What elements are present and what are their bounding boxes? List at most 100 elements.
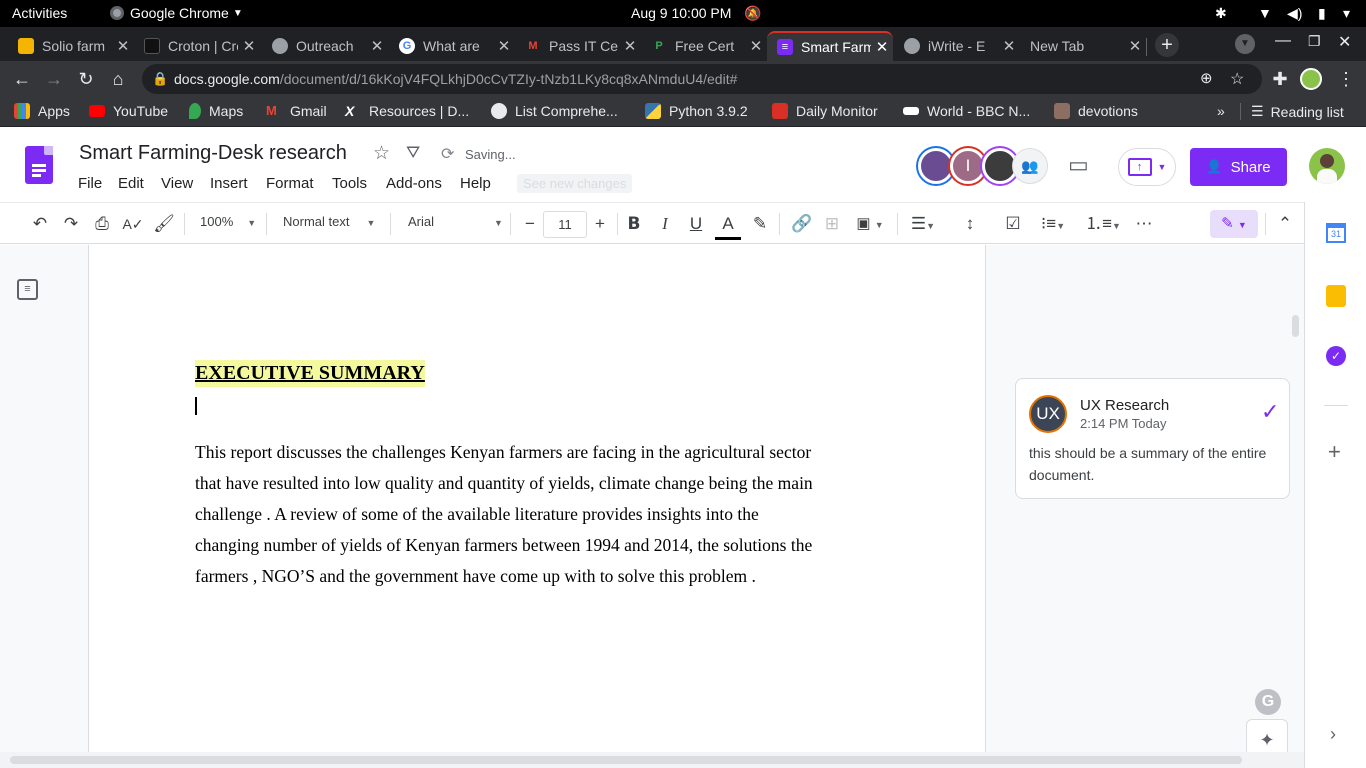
menu-help[interactable]: Help — [460, 175, 491, 192]
bookmark-list-comprehension[interactable]: List Comprehe... — [491, 103, 618, 119]
highlight-color-icon[interactable]: ✎ — [748, 212, 772, 236]
bookmark-python[interactable]: Python 3.9.2 — [645, 103, 748, 119]
tab-iwrite[interactable]: iWrite - E ✕ — [894, 31, 1020, 61]
document-title[interactable]: Smart Farming-Desk research — [79, 142, 347, 165]
paragraph-style-select[interactable]: Normal text ▼ — [283, 214, 375, 229]
more-options-icon[interactable]: ⋯ — [1132, 212, 1156, 236]
print-icon[interactable]: ⎙ — [90, 212, 114, 236]
bookmark-apps[interactable]: Apps — [14, 103, 70, 119]
font-select[interactable]: Arial ▼ — [408, 214, 503, 229]
bookmark-youtube[interactable]: YouTube — [89, 103, 168, 119]
forward-arrow-icon[interactable]: → — [42, 67, 66, 91]
close-icon[interactable]: ✕ — [871, 38, 893, 56]
reading-list-button[interactable]: ☰ Reading list — [1240, 103, 1344, 120]
tab-search-icon[interactable]: ▼ — [1235, 34, 1255, 54]
minimize-icon[interactable]: — — [1275, 32, 1291, 50]
close-icon[interactable]: ✕ — [745, 37, 767, 55]
add-comment-icon[interactable]: ⊞ — [820, 212, 844, 236]
reload-icon[interactable]: ↻ — [74, 67, 98, 91]
italic-icon[interactable]: I — [653, 212, 677, 236]
bookmark-bbc-world[interactable]: World - BBC N... — [903, 103, 1030, 119]
decrease-font-size-icon[interactable]: − — [518, 212, 542, 236]
scroll-thumb[interactable] — [10, 756, 1242, 764]
chevron-right-icon[interactable]: › — [1330, 724, 1336, 745]
close-icon[interactable]: ✕ — [619, 37, 641, 55]
move-to-drive-icon[interactable]: ⛛ — [406, 143, 420, 163]
menu-edit[interactable]: Edit — [118, 175, 144, 192]
bulleted-list-icon[interactable]: ⁝≡▼ — [1032, 212, 1074, 236]
extensions-puzzle-icon[interactable]: ✚ — [1268, 67, 1292, 91]
collaborator-avatar[interactable]: I — [950, 148, 986, 184]
bookmark-devotions[interactable]: devotions — [1054, 103, 1138, 119]
menu-format[interactable]: Format — [266, 175, 314, 192]
more-collaborators-icon[interactable]: 👥 — [1012, 148, 1048, 184]
paint-format-icon[interactable]: 🖌 — [152, 212, 176, 236]
power-menu-icon[interactable]: ▾ — [1343, 5, 1350, 22]
address-bar[interactable]: 🔒 docs.google.com/document/d/16kKojV4FQL… — [142, 64, 1262, 94]
menu-insert[interactable]: Insert — [210, 175, 248, 192]
menu-view[interactable]: View — [161, 175, 193, 192]
lock-icon[interactable]: 🔒 — [152, 71, 168, 87]
window-close-icon[interactable]: ✕ — [1338, 32, 1351, 52]
grammarly-icon[interactable]: G — [1255, 689, 1281, 715]
zoom-icon[interactable]: ⊕ — [1200, 69, 1213, 87]
bookmark-gmail[interactable]: M Gmail — [266, 103, 327, 119]
tasks-icon[interactable]: ✓ — [1326, 346, 1346, 366]
calendar-icon[interactable]: 31 — [1326, 223, 1346, 243]
tab-what-are[interactable]: G What are ✕ — [389, 31, 515, 61]
horizontal-scrollbar[interactable] — [0, 752, 1304, 768]
star-icon[interactable]: ☆ — [373, 142, 390, 165]
vertical-scrollbar[interactable] — [1292, 315, 1299, 337]
bookmark-star-icon[interactable]: ☆ — [1230, 69, 1244, 89]
close-icon[interactable]: ✕ — [238, 37, 260, 55]
menu-add-ons[interactable]: Add-ons — [386, 175, 442, 192]
heading-executive-summary[interactable]: EXECUTIVE SUMMARY — [195, 360, 425, 387]
tab-smart-farming[interactable]: ≡ Smart Farming✕ — [767, 31, 893, 61]
user-avatar[interactable] — [1309, 148, 1345, 184]
new-tab-plus-icon[interactable]: + — [1155, 33, 1179, 57]
collapse-menus-icon[interactable]: ⌃ — [1273, 212, 1297, 236]
comment-card[interactable]: UX UX Research 2:14 PM Today ✓ this shou… — [1015, 378, 1290, 499]
maximize-icon[interactable]: ❐ — [1308, 33, 1321, 50]
tab-croton[interactable]: Croton | Croton✕ — [134, 31, 260, 61]
increase-font-size-icon[interactable]: + — [588, 212, 612, 236]
bookmark-maps[interactable]: Maps — [189, 103, 243, 119]
bookmark-resources[interactable]: X Resources | D... — [345, 103, 469, 119]
underline-icon[interactable]: U — [684, 212, 708, 236]
collaborator-avatar[interactable] — [918, 148, 954, 184]
line-spacing-icon[interactable]: ↕ — [957, 212, 983, 236]
checklist-icon[interactable]: ☑ — [1000, 212, 1026, 236]
menu-tools[interactable]: Tools — [332, 175, 367, 192]
document-outline-icon[interactable]: ≡ — [17, 279, 38, 300]
present-button[interactable]: ↑ ▼ — [1118, 148, 1176, 186]
battery-icon[interactable]: ▮ — [1318, 5, 1326, 22]
align-left-icon[interactable]: ☰▼ — [905, 212, 941, 236]
share-button[interactable]: 👤 Share — [1190, 148, 1287, 186]
comment-history-icon[interactable]: ▭ — [1068, 152, 1089, 178]
app-menu[interactable]: Google Chrome ▼ — [110, 5, 243, 21]
see-new-changes-link[interactable]: See new changes — [517, 174, 633, 193]
clock[interactable]: Aug 9 10:00 PM — [631, 5, 731, 21]
more-bookmarks-icon[interactable]: » — [1217, 103, 1225, 119]
font-size-input[interactable]: 11 — [543, 211, 587, 238]
text-color-icon[interactable]: A — [715, 212, 741, 240]
volume-icon[interactable]: ◀) — [1287, 5, 1302, 22]
tab-solio[interactable]: Solio farm ✕ — [8, 31, 134, 61]
numbered-list-icon[interactable]: ⒈≡▼ — [1082, 212, 1124, 236]
tab-pass-it[interactable]: M Pass IT Ce ✕ — [515, 31, 641, 61]
menu-file[interactable]: File — [78, 175, 102, 192]
zoom-select[interactable]: 100% ▼ — [200, 214, 256, 229]
close-icon[interactable]: ✕ — [1124, 37, 1146, 55]
close-icon[interactable]: ✕ — [366, 37, 388, 55]
body-paragraph[interactable]: This report discusses the challenges Ken… — [195, 437, 915, 592]
docs-logo-icon[interactable] — [25, 146, 53, 184]
activities-button[interactable]: Activities — [12, 5, 67, 21]
close-icon[interactable]: ✕ — [493, 37, 515, 55]
bookmark-daily-monitor[interactable]: Daily Monitor — [772, 103, 878, 119]
home-icon[interactable]: ⌂ — [106, 67, 130, 91]
url-text[interactable]: docs.google.com/document/d/16kKojV4FQLkh… — [174, 71, 737, 87]
document-page[interactable]: EXECUTIVE SUMMARY This report discusses … — [88, 245, 986, 752]
keep-icon[interactable] — [1326, 285, 1346, 307]
close-icon[interactable]: ✕ — [998, 37, 1020, 55]
wifi-icon[interactable]: ▼ — [1258, 5, 1272, 21]
